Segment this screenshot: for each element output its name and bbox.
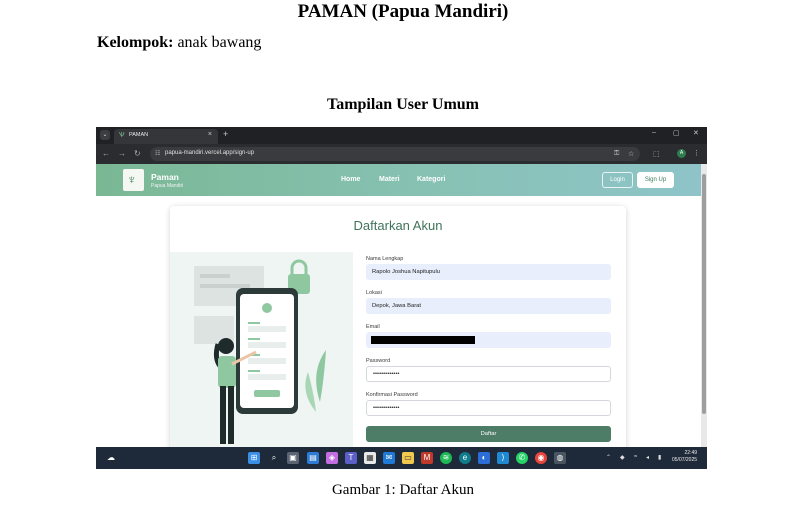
logo[interactable]: ♆ [123,169,144,191]
site-info-icon[interactable]: ☷ [155,150,160,157]
signup-illustration [170,252,353,447]
chrome-icon[interactable]: ◉ [535,452,547,464]
address-toolbar: ← → ↻ ☷ papua-mandiri.vercel.app/sign-up… [96,144,707,164]
section-title: Tampilan User Umum [326,96,480,113]
group-value: anak bawang [177,34,262,51]
favicon-icon: Ѱ [119,132,125,139]
browser-menu-icon[interactable]: ⋮ [693,149,700,157]
input-konfirmasi-password[interactable]: ••••••••••••• [366,400,611,416]
input-email[interactable] [366,332,611,348]
daftar-button[interactable]: Daftar [366,426,611,442]
bookmark-star-icon[interactable]: ☆ [628,150,634,158]
browser-tab[interactable]: Ѱ PAMAN × [114,129,218,144]
redaction-bar [371,336,475,344]
label-nama-lengkap: Nama Lengkap [366,256,404,262]
weather-icon[interactable]: ☁ [105,452,117,464]
extensions-icon[interactable]: ⬚ [653,150,660,158]
file-explorer-icon[interactable]: ▭ [402,452,414,464]
screenshot: ⌄ Ѱ PAMAN × + – ▢ ✕ ← → ↻ ☷ papua-mandir… [96,127,707,469]
clock-date: 05/07/2025 [672,457,698,463]
figure-caption: Gambar 1: Daftar Akun [331,482,475,498]
login-button[interactable]: Login [602,172,633,188]
task-view-icon[interactable]: ▣ [287,452,299,464]
logo-icon: ♆ [127,172,137,187]
whatsapp-icon[interactable]: ✆ [516,452,528,464]
tab-close-icon[interactable]: × [208,131,212,138]
close-window-icon[interactable]: ✕ [693,129,699,137]
signup-button[interactable]: Sign Up [637,172,674,188]
page-scrollbar[interactable] [701,164,707,447]
volume-icon[interactable]: ◂ [646,454,649,461]
label-email: Email [366,324,380,330]
brand-name[interactable]: Paman [151,172,179,182]
minimize-icon[interactable]: – [652,129,656,136]
illustration-image [194,259,326,444]
url-text: papua-mandiri.vercel.app/sign-up [165,150,255,156]
store-icon[interactable]: ▦ [364,452,376,464]
maximize-icon[interactable]: ▢ [673,129,680,137]
mail-icon[interactable]: ✉ [383,452,395,464]
input-nama-lengkap[interactable]: Rapolo Joshua Napitupulu [366,264,611,280]
nav-link-kategori[interactable]: Kategori [417,176,445,183]
edge-icon[interactable]: e [459,452,471,464]
document-title: PAMAN (Papua Mandiri) [297,1,509,22]
tray-chevron-icon[interactable]: ⌃ [606,454,611,461]
os-taskbar: ☁ ⊞ ⌕ ▣ ▤ ◈ T ▦ ✉ ▭ M ≋ e ◐ ⟩ ✆ ◉ ◍ ⌃ ◆ … [96,447,707,469]
input-password[interactable]: ••••••••••••• [366,366,611,382]
label-konfirmasi-password: Konfirmasi Password [366,392,418,398]
vscode-icon[interactable]: ⟩ [497,452,509,464]
copilot-icon[interactable]: ◈ [326,452,338,464]
group-label: Kelompok: [97,34,174,51]
password-key-icon[interactable]: ⚿ [614,150,619,158]
tab-search-icon[interactable]: ⌄ [100,130,110,140]
new-tab-button[interactable]: + [223,129,228,139]
teams-icon[interactable]: T [345,452,357,464]
scroll-thumb[interactable] [702,174,706,414]
forward-icon[interactable]: → [118,149,126,158]
wifi-icon[interactable]: ≈ [634,454,637,460]
site-navbar: ♆ Paman Papua Mandiri Home Materi Katego… [96,164,701,196]
search-icon[interactable]: ⌕ [268,452,280,464]
brand-subtitle: Papua Mandiri [151,183,184,189]
mcafee-icon[interactable]: M [421,452,433,464]
tray-app-icon[interactable]: ◆ [620,454,625,461]
group-line: Kelompok: anak bawang [97,34,261,52]
files-icon[interactable]: ◐ [478,452,490,464]
signup-card: Daftarkan Akun Nama Lengkap Rapolo Joshu… [170,206,626,447]
profile-avatar[interactable]: A [677,149,686,158]
browser-tab-strip: ⌄ Ѱ PAMAN × + – ▢ ✕ [96,127,707,144]
widgets-icon[interactable]: ▤ [307,452,319,464]
nav-link-materi[interactable]: Materi [379,176,400,183]
form-title: Daftarkan Akun [353,218,443,233]
url-bar[interactable]: ☷ papua-mandiri.vercel.app/sign-up ⚿ ☆ [150,147,640,161]
page-viewport: ♆ Paman Papua Mandiri Home Materi Katego… [96,164,701,447]
back-icon[interactable]: ← [102,149,110,158]
reload-icon[interactable]: ↻ [134,149,141,158]
battery-icon[interactable]: ▮ [658,454,661,461]
input-lokasi[interactable]: Depok, Jawa Barat [366,298,611,314]
start-icon[interactable]: ⊞ [248,452,260,464]
app-icon[interactable]: ◍ [554,452,566,464]
label-lokasi: Lokasi [366,290,382,296]
clock-time: 22:49 [684,450,698,456]
tab-title: PAMAN [129,132,149,138]
spotify-icon[interactable]: ≋ [440,452,452,464]
label-password: Password [366,358,391,364]
nav-link-home[interactable]: Home [341,176,360,183]
clock[interactable]: 22:49 05/07/2025 [672,450,697,464]
